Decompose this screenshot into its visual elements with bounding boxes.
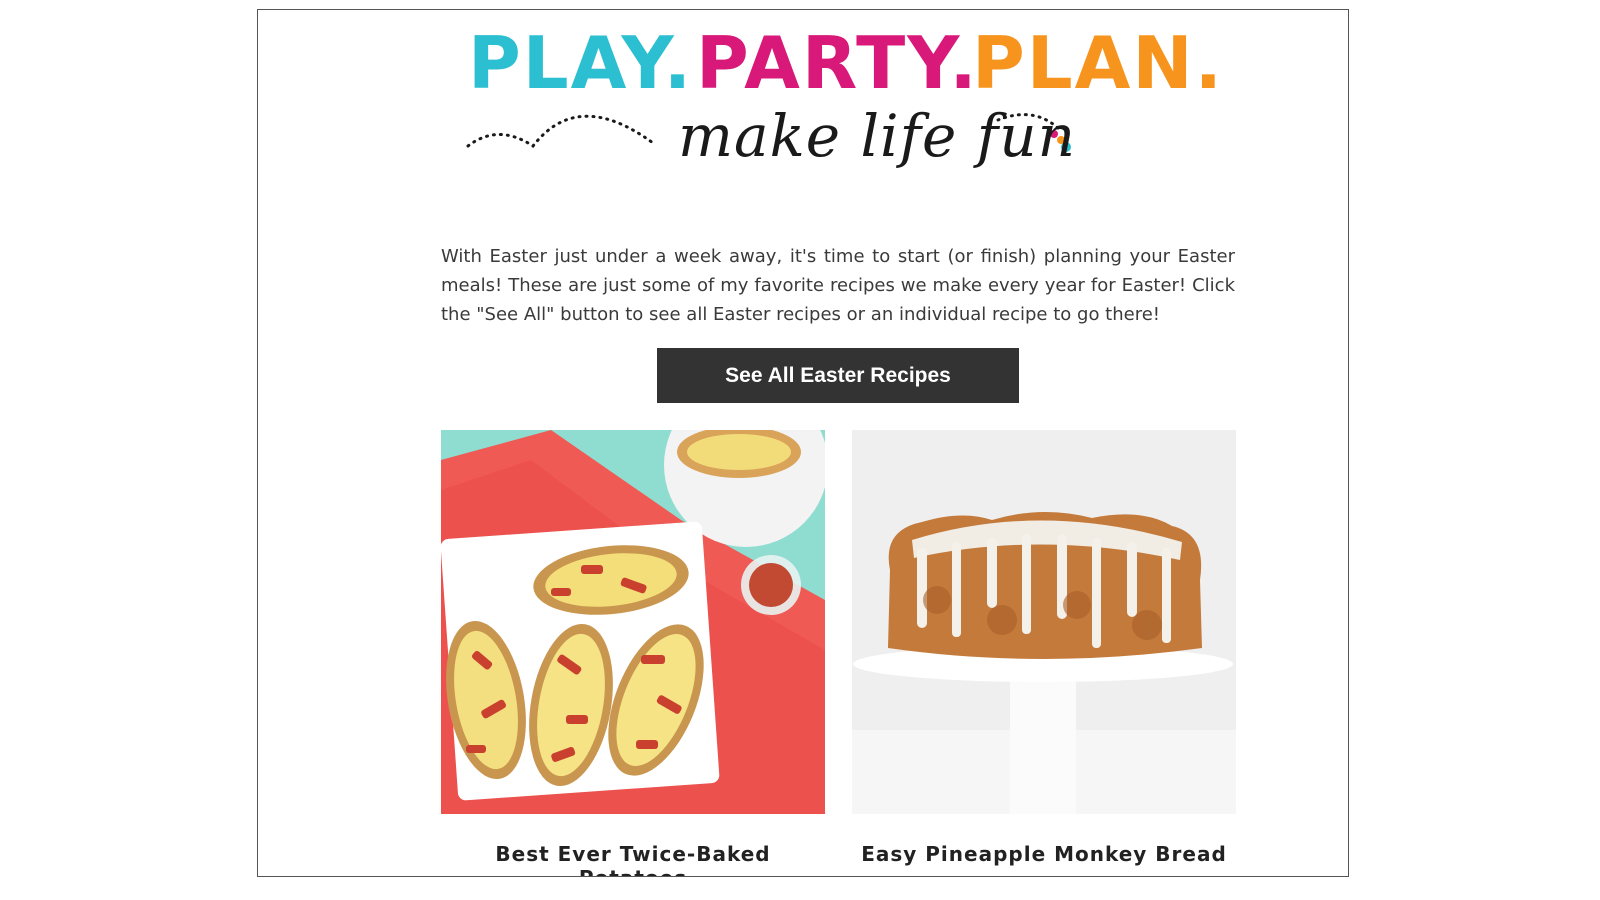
recipe-card-pineapple-monkey-bread[interactable]: Easy Pineapple Monkey Bread bbox=[852, 430, 1236, 866]
intro-paragraph: With Easter just under a week away, it's… bbox=[441, 246, 1235, 325]
pineapple-monkey-bread-image[interactable] bbox=[852, 430, 1236, 814]
logo-word-play: PLAY. bbox=[468, 21, 694, 105]
recipe-title-link[interactable]: Best Ever Twice-Baked Potatoes bbox=[441, 842, 825, 876]
twice-baked-potatoes-image[interactable] bbox=[441, 430, 825, 814]
logo-tagline: make life fun bbox=[678, 102, 1076, 170]
see-all-easter-recipes-button[interactable]: See All Easter Recipes bbox=[657, 348, 1019, 403]
logo-word-plan: PLAN. bbox=[972, 21, 1224, 105]
recipe-card-twice-baked-potatoes[interactable]: Best Ever Twice-Baked Potatoes bbox=[441, 430, 825, 876]
logo-word-party: PARTY. bbox=[696, 21, 979, 105]
recipe-title-link[interactable]: Easy Pineapple Monkey Bread bbox=[852, 842, 1236, 866]
email-frame: PLAY. PARTY. PLAN. make life fun With Ea… bbox=[257, 9, 1349, 877]
brand-logo[interactable]: PLAY. PARTY. PLAN. make life fun bbox=[458, 18, 1222, 188]
